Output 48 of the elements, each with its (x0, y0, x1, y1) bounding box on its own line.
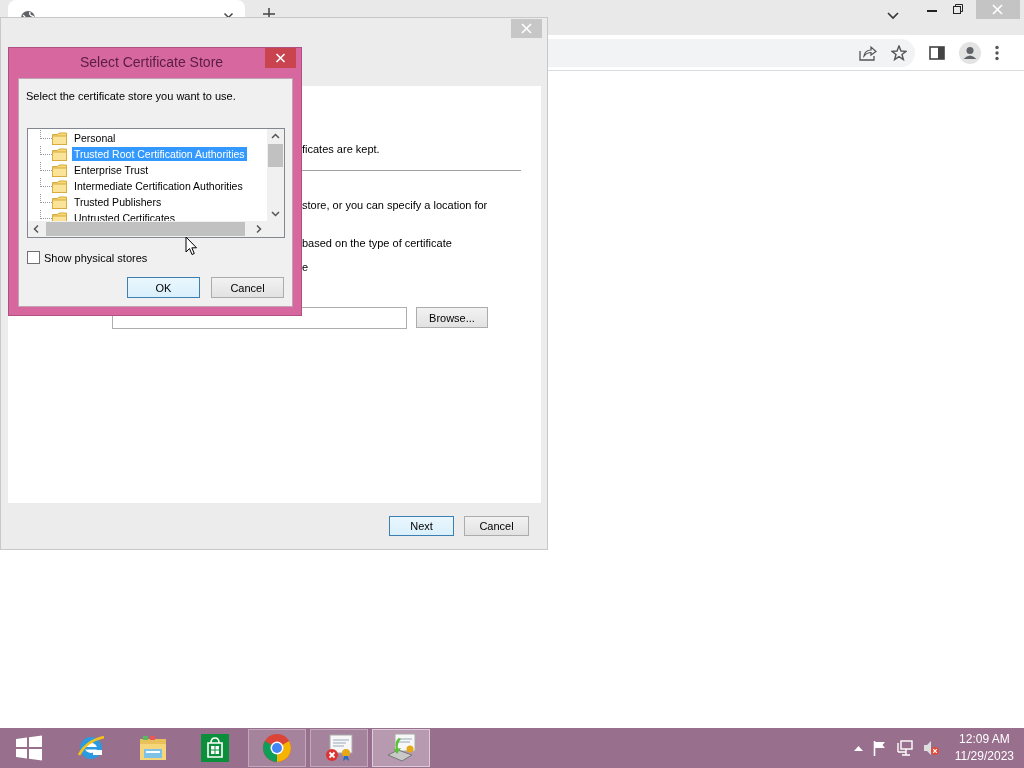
clock-time: 12:09 AM (959, 731, 1010, 748)
side-panel-icon (929, 45, 945, 60)
speaker-muted-icon (922, 740, 939, 756)
mouse-pointer-icon (185, 236, 198, 256)
dialog-title: Select Certificate Store (78, 53, 225, 70)
taskbar-button[interactable] (310, 729, 368, 767)
close-icon (265, 48, 296, 68)
windows-logo-icon (14, 734, 44, 762)
chevron-down-icon (886, 11, 900, 21)
store-item[interactable]: Intermediate Certification Authorities (72, 179, 245, 193)
prompt-text: Select the certificate store you want to use. (26, 90, 236, 102)
network-icon (896, 740, 913, 756)
chevron-up-icon (853, 745, 863, 751)
wizard-text: based on the type of certificate (302, 236, 453, 250)
store-item[interactable]: Trusted Publishers (72, 195, 164, 209)
checkbox-label: Show physical stores (44, 251, 148, 264)
cancel-button[interactable]: Cancel (464, 516, 529, 536)
scrollbar-thumb (268, 144, 283, 167)
certificate-import-icon (386, 733, 416, 763)
store-item[interactable]: Enterprise Trust (72, 163, 151, 177)
folder-icon (52, 179, 67, 193)
store-item[interactable]: Personal (72, 131, 118, 145)
browse-button[interactable]: Browse... (416, 307, 488, 328)
folder-icon (52, 163, 67, 177)
checkbox[interactable] (27, 251, 40, 264)
folder-icon (52, 147, 67, 161)
star-icon (891, 44, 907, 61)
restore-icon (952, 3, 964, 15)
file-explorer-icon (138, 734, 168, 762)
next-button[interactable]: Next (389, 516, 454, 536)
cancel-button[interactable]: Cancel (211, 277, 284, 298)
chrome-icon (262, 733, 292, 763)
wizard-text: e (302, 260, 310, 274)
store-icon (200, 733, 230, 763)
wizard-text: store, or you can specify a location for (302, 198, 489, 212)
taskbar-button[interactable] (372, 729, 430, 767)
clock-date: 11/29/2023 (954, 748, 1014, 765)
profile-avatar-icon (959, 41, 981, 64)
folder-icon (52, 195, 67, 209)
taskbar-button[interactable] (248, 729, 306, 767)
share-icon (859, 44, 877, 61)
wizard-text: ficates are kept. (302, 142, 381, 156)
certificate-error-icon (324, 733, 354, 763)
close-icon (976, 0, 1020, 19)
folder-icon (52, 131, 67, 145)
ok-button[interactable]: OK (127, 277, 200, 298)
flag-icon (872, 740, 887, 756)
menu-icon (995, 44, 999, 61)
